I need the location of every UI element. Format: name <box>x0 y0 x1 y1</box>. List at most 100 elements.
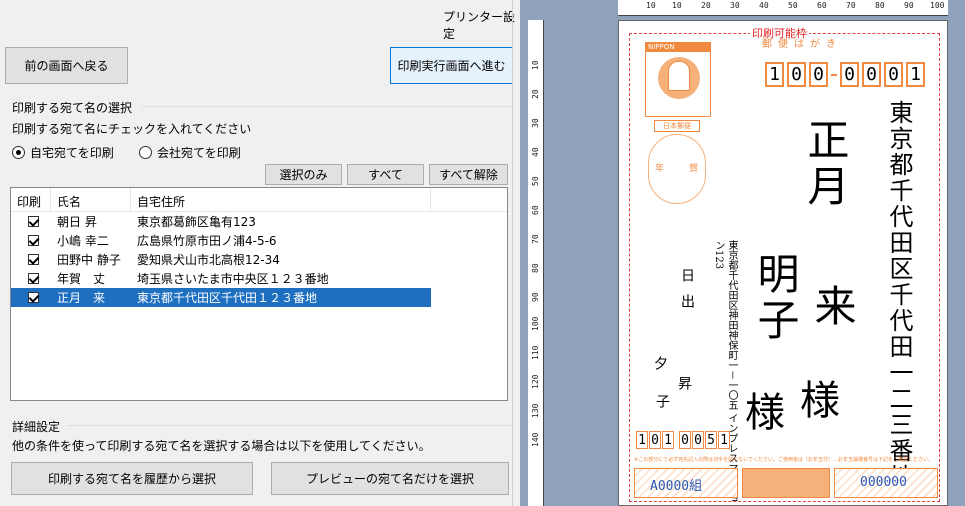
clear-all-button[interactable]: すべて解除 <box>429 164 508 185</box>
honorific: 様 <box>745 390 785 436</box>
postcard-heading: 郵便はがき <box>762 39 842 50</box>
sender-zip: 1 0 1 0 0 5 1 <box>636 431 730 449</box>
ruler-tick: 40 <box>531 147 540 157</box>
stamp-top-label: NIPPON <box>646 43 710 52</box>
ruler-tick: 30 <box>531 118 540 128</box>
list-row[interactable]: 年賀 丈 埼玉県さいたま市中央区１２３番地 <box>11 269 431 288</box>
sender-name: 昇 <box>676 376 692 390</box>
honorific: 様 <box>800 378 840 424</box>
selection-instruction: 印刷する宛て名にチェックを入れてください <box>12 122 252 136</box>
radio-home-address[interactable]: 自宅宛てを印刷 <box>12 144 114 161</box>
ruler-tick: 10 <box>672 1 682 10</box>
stamp-image: NIPPON <box>645 42 711 117</box>
address-selection-panel: プリンター設定 前の画面へ戻る 印刷実行画面へ進む 印刷する宛て名の選択 印刷す… <box>0 0 520 506</box>
lottery-group-number: A0000組 <box>650 479 703 494</box>
printer-settings-link[interactable]: プリンター設定 <box>443 8 520 42</box>
row-name: 小嶋 幸二 <box>57 234 109 248</box>
detail-group-title: 詳細設定 <box>12 420 61 434</box>
pane-splitter[interactable] <box>512 0 513 506</box>
divider <box>68 425 512 426</box>
row-checkbox[interactable] <box>28 254 39 265</box>
row-name: 正月 来 <box>57 291 106 305</box>
zip-separator <box>675 431 678 449</box>
list-row[interactable]: 朝日 昇 東京都葛飾区亀有123 <box>11 212 431 231</box>
recipient-address: 東京都千代田区千代田一二三番地 <box>885 100 913 490</box>
radio-company-address[interactable]: 会社宛てを印刷 <box>139 144 241 161</box>
postmark-icon: 年 賀 <box>648 134 706 204</box>
ruler-tick: 80 <box>531 263 540 273</box>
row-address: 愛知県犬山市北高根12-34 <box>137 253 280 267</box>
row-name: 年賀 丈 <box>57 272 106 286</box>
ruler-tick: 130 <box>531 403 540 418</box>
ruler-tick: 10 <box>646 1 656 10</box>
select-only-button[interactable]: 選択のみ <box>265 164 342 185</box>
stamp-sub-label: 日本郵便 <box>654 120 700 132</box>
zip-digit: 0 <box>679 431 691 449</box>
ruler-tick: 100 <box>930 1 945 10</box>
ruler-tick: 90 <box>904 1 914 10</box>
zip-digit: 0 <box>649 431 661 449</box>
row-name: 朝日 昇 <box>57 215 97 229</box>
zip-digit: 0 <box>840 62 859 87</box>
recipient-zip: 1 0 0 0 0 0 1 <box>765 62 925 87</box>
ruler-tick: 60 <box>531 205 540 215</box>
lottery-panel <box>742 468 830 498</box>
zip-separator <box>831 73 837 76</box>
next-button[interactable]: 印刷実行画面へ進む <box>390 47 513 84</box>
row-checkbox[interactable] <box>28 235 39 246</box>
ruler-left: 10 20 30 40 50 60 70 80 90 100 110 120 1… <box>528 20 544 506</box>
zip-digit: 0 <box>692 431 704 449</box>
row-name: 田野中 静子 <box>57 253 121 267</box>
ruler-tick: 90 <box>531 292 540 302</box>
selection-group-title: 印刷する宛て名の選択 <box>12 101 133 115</box>
recipient-name-line1b: 来 <box>808 284 857 326</box>
sender-name: 日出 <box>679 268 695 320</box>
list-row[interactable]: 田野中 静子 愛知県犬山市北高根12-34 <box>11 250 431 269</box>
header-print[interactable]: 印刷 <box>11 188 51 211</box>
list-row-selected[interactable]: 正月 来 東京都千代田区千代田１２３番地 <box>11 288 431 307</box>
row-checkbox[interactable] <box>28 273 39 284</box>
sender-name: 夕 <box>652 356 668 376</box>
radio-company-label: 会社宛てを印刷 <box>157 146 241 160</box>
zip-digit: 1 <box>765 62 784 87</box>
recipient-name-line1: 正月 <box>801 118 850 210</box>
sender-name: 子 <box>654 394 670 408</box>
ruler-tick: 70 <box>846 1 856 10</box>
list-row[interactable]: 小嶋 幸二 広島県竹原市田ノ浦4-5-6 <box>11 231 431 250</box>
header-name[interactable]: 氏名 <box>51 188 131 211</box>
ruler-tick: 110 <box>531 345 540 360</box>
ruler-tick: 140 <box>531 432 540 447</box>
ruler-tick: 100 <box>531 316 540 331</box>
zip-digit: 5 <box>705 431 717 449</box>
postmark-year: 年 <box>655 164 665 174</box>
zip-digit: 0 <box>809 62 828 87</box>
radio-company-dot <box>139 146 152 159</box>
ruler-tick: 40 <box>759 1 769 10</box>
ruler-tick: 50 <box>531 176 540 186</box>
row-address: 東京都葛飾区亀有123 <box>137 215 256 229</box>
zip-digit: 0 <box>862 62 881 87</box>
stamp-figure <box>668 61 690 91</box>
ruler-tick: 20 <box>701 1 711 10</box>
row-address: 広島県竹原市田ノ浦4-5-6 <box>137 234 277 248</box>
back-button[interactable]: 前の画面へ戻る <box>5 47 128 84</box>
postmark-pref: 賀 <box>689 164 699 174</box>
list-header: 印刷 氏名 自宅住所 <box>11 188 507 212</box>
ruler-tick: 60 <box>817 1 827 10</box>
select-from-history-button[interactable]: 印刷する宛て名を履歴から選択 <box>11 462 253 495</box>
select-preview-only-button[interactable]: プレビューの宛て名だけを選択 <box>271 462 509 495</box>
ruler-tick: 10 <box>531 60 540 70</box>
zip-digit: 1 <box>906 62 925 87</box>
zip-digit: 0 <box>787 62 806 87</box>
address-list[interactable]: 印刷 氏名 自宅住所 朝日 昇 東京都葛飾区亀有123 小嶋 幸二 広島県竹原市… <box>10 187 508 401</box>
ruler-tick: 20 <box>531 89 540 99</box>
row-checkbox[interactable] <box>28 292 39 303</box>
header-address[interactable]: 自宅住所 <box>131 188 431 211</box>
select-all-button[interactable]: すべて <box>347 164 424 185</box>
ruler-tick: 50 <box>788 1 798 10</box>
lottery-number: 000000 <box>860 475 907 490</box>
recipient-name-line2: 明子 <box>751 252 800 344</box>
radio-home-dot <box>12 146 25 159</box>
ruler-top: 10 10 20 30 40 50 60 70 80 90 100 <box>618 0 948 16</box>
row-checkbox[interactable] <box>28 216 39 227</box>
